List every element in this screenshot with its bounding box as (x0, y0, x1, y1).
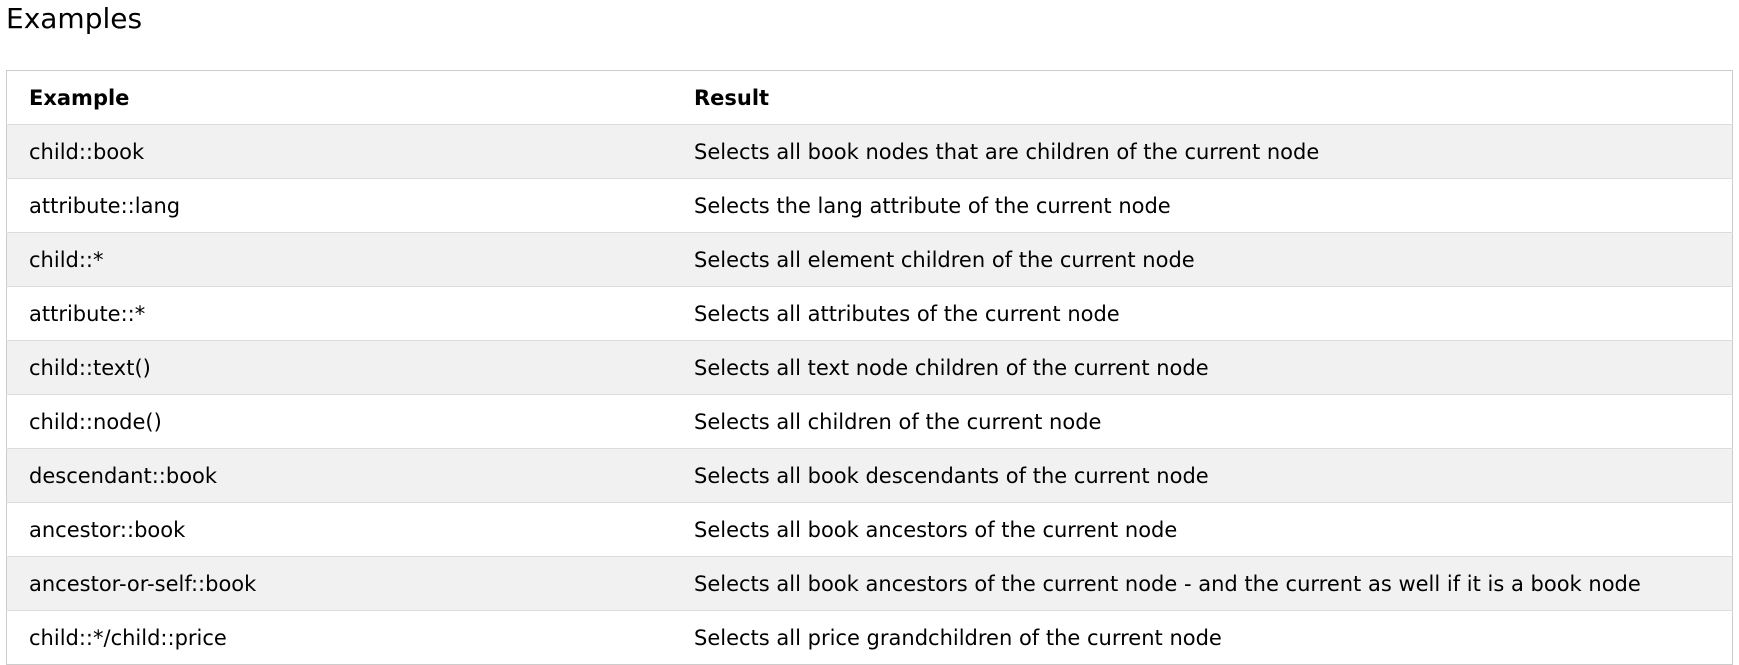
example-cell: child::book (6, 124, 672, 179)
result-cell: Selects all price grandchildren of the c… (694, 625, 1222, 650)
result-cell: Selects all text node children of the cu… (672, 340, 1733, 395)
example-cell: attribute::* (6, 286, 672, 341)
example-cell: ancestor-or-self::book (6, 556, 672, 611)
result-cell: Selects all book descendants of the curr… (672, 448, 1733, 503)
table-header: Example Result (6, 70, 1733, 125)
example-cell: ancestor::book (6, 502, 672, 557)
table-row: descendant::book Selects all book descen… (6, 448, 1733, 503)
table-row: child::node() Selects all children of th… (6, 394, 1733, 449)
table-row: attribute::lang Selects the lang attribu… (6, 178, 1733, 233)
examples-table: Example Result child::book Selects all b… (6, 70, 1733, 665)
result-cell: Selects all children of the current node (672, 394, 1733, 449)
column-header-example: Example (6, 70, 672, 125)
page-title: Examples (6, 2, 143, 35)
result-cell: Selects all book ancestors of the curren… (672, 502, 1733, 557)
result-cell: Selects all element children of the curr… (672, 232, 1733, 287)
result-cell: Selects all attributes of the current no… (672, 286, 1733, 341)
column-header-result: Result (672, 70, 1733, 125)
example-cell: child::text() (6, 340, 672, 395)
result-cell: Selects all book nodes that are children… (672, 124, 1733, 179)
examples-table-container: Example Result child::book Selects all b… (6, 70, 1733, 665)
table-row: child::book Selects all book nodes that … (6, 124, 1733, 179)
result-cell: Selects all book ancestors of the curren… (672, 556, 1733, 611)
table-row: child::text() Selects all text node chil… (6, 340, 1733, 395)
example-cell: child::*/child::price (29, 625, 227, 650)
table-row: child::* Selects all element children of… (6, 232, 1733, 287)
result-cell: Selects the lang attribute of the curren… (672, 178, 1733, 233)
example-cell: descendant::book (6, 448, 672, 503)
example-cell: child::* (6, 232, 672, 287)
table-row: attribute::* Selects all attributes of t… (6, 286, 1733, 341)
table-body: child::book Selects all book nodes that … (6, 124, 1733, 665)
table-row: ancestor::book Selects all book ancestor… (6, 502, 1733, 557)
table-row: child::*/child::price Selects all price … (6, 610, 1733, 665)
example-cell: attribute::lang (6, 178, 672, 233)
table-row: ancestor-or-self::book Selects all book … (6, 556, 1733, 611)
example-cell: child::node() (6, 394, 672, 449)
table-header-row: Example Result (6, 70, 1733, 125)
